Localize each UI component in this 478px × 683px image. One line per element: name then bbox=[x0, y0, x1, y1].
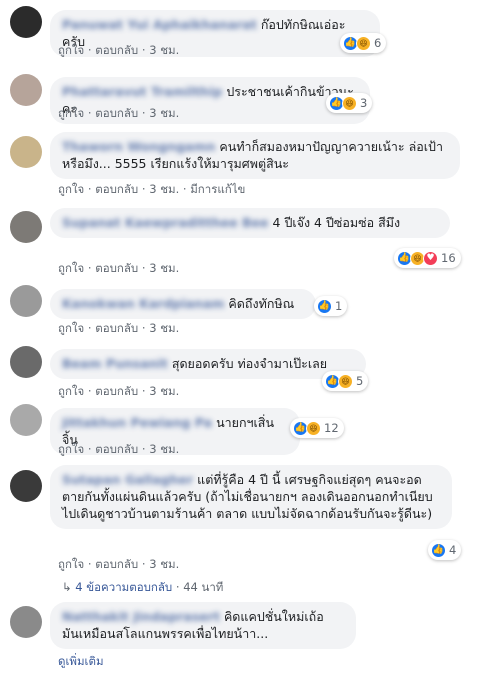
haha-icon: 😆 bbox=[356, 35, 371, 51]
comment-bubble: Beam Punsanit สุดยอดครับ ท่องจำมาเป๊ะเลย bbox=[50, 349, 366, 379]
reaction-summary[interactable]: 👍 1 bbox=[314, 296, 348, 316]
comment-bubble: Natthakit Jindaprasert คิดแคปชั่นใหม่เถ้อ… bbox=[50, 602, 356, 649]
comment-actions: ถูกใจ · ตอบกลับ · 3 ชม. bbox=[58, 442, 180, 456]
haha-icon: 😆 bbox=[342, 95, 357, 111]
avatar[interactable] bbox=[10, 285, 42, 317]
like-link[interactable]: ถูกใจ bbox=[58, 321, 84, 335]
reaction-count: 4 bbox=[449, 543, 457, 557]
commenter-name[interactable]: Supanat Kaewpraditthee Bee bbox=[62, 215, 269, 230]
comment-actions: ถูกใจ · ตอบกลับ · 3 ชม. bbox=[58, 261, 180, 275]
like-icon: 👍 bbox=[431, 542, 446, 558]
reply-link[interactable]: ตอบกลับ bbox=[95, 43, 138, 57]
commenter-name[interactable]: Thaworn Wongngamn bbox=[62, 139, 215, 154]
comment-bubble: Sutapan Gallagher แต่ที่รู้คือ 4 ปี นี้ เ… bbox=[50, 465, 452, 529]
reaction-summary[interactable]: 👍 😆 12 bbox=[290, 418, 344, 438]
comment-actions: ถูกใจ · ตอบกลับ · 3 ชม. bbox=[58, 321, 180, 335]
comment-text: สุดยอดครับ ท่องจำมาเป๊ะเลย bbox=[171, 356, 328, 371]
reaction-count: 5 bbox=[356, 374, 364, 388]
timestamp[interactable]: 3 ชม. bbox=[149, 321, 179, 335]
timestamp[interactable]: 3 ชม. bbox=[149, 261, 179, 275]
edited-label[interactable]: มีการแก้ไข bbox=[190, 182, 245, 196]
reaction-count: 3 bbox=[360, 96, 368, 110]
reaction-count: 12 bbox=[324, 421, 339, 435]
replies-time: 44 นาที bbox=[183, 580, 224, 594]
reaction-count: 6 bbox=[374, 36, 382, 50]
commenter-name[interactable]: Natthakit Jindaprasert bbox=[62, 609, 220, 624]
avatar[interactable] bbox=[10, 74, 42, 106]
avatar[interactable] bbox=[10, 211, 42, 243]
reaction-count: 16 bbox=[441, 251, 456, 265]
avatar[interactable] bbox=[10, 606, 42, 638]
like-link[interactable]: ถูกใจ bbox=[58, 557, 84, 571]
reaction-count: 1 bbox=[335, 299, 343, 313]
avatar[interactable] bbox=[10, 346, 42, 378]
timestamp[interactable]: 3 ชม. bbox=[149, 43, 179, 57]
commenter-name[interactable]: Panuwat Yui Aphaikhanarat bbox=[62, 17, 257, 32]
like-link[interactable]: ถูกใจ bbox=[58, 43, 84, 57]
avatar[interactable] bbox=[10, 470, 42, 502]
reply-link[interactable]: ตอบกลับ bbox=[95, 557, 138, 571]
comment-actions: ถูกใจ · ตอบกลับ · 3 ชม. bbox=[58, 557, 180, 571]
reply-link[interactable]: ตอบกลับ bbox=[95, 261, 138, 275]
reaction-summary[interactable]: 👍 😆 6 bbox=[340, 33, 387, 53]
timestamp[interactable]: 3 ชม. bbox=[149, 384, 179, 398]
comment-text: คิดถึงทักษิณ bbox=[228, 296, 295, 311]
reaction-summary[interactable]: 👍 😆 5 bbox=[322, 371, 369, 391]
haha-icon: 😆 bbox=[306, 420, 321, 436]
avatar[interactable] bbox=[10, 404, 42, 436]
commenter-name[interactable]: Beam Punsanit bbox=[62, 356, 168, 371]
reply-link[interactable]: ตอบกลับ bbox=[95, 384, 138, 398]
avatar[interactable] bbox=[10, 6, 42, 38]
reply-arrow-icon: ↳ bbox=[62, 580, 72, 594]
commenter-name[interactable]: Jittakhun Pewiang Pa bbox=[62, 415, 212, 430]
reply-link[interactable]: ตอบกลับ bbox=[95, 106, 138, 120]
reaction-summary[interactable]: 👍 4 bbox=[428, 540, 462, 560]
replies-count-link[interactable]: 4 ข้อความตอบกลับ bbox=[75, 580, 172, 594]
avatar[interactable] bbox=[10, 136, 42, 168]
love-icon: ♥ bbox=[423, 250, 438, 266]
reaction-summary[interactable]: 👍 😆 3 bbox=[326, 93, 373, 113]
comment-actions: ถูกใจ · ตอบกลับ · 3 ชม. bbox=[58, 43, 180, 57]
like-link[interactable]: ถูกใจ bbox=[58, 182, 84, 196]
commenter-name[interactable]: Sutapan Gallagher bbox=[62, 472, 193, 487]
reply-link[interactable]: ตอบกลับ bbox=[95, 442, 138, 456]
comment-actions: ถูกใจ · ตอบกลับ · 3 ชม. · มีการแก้ไข bbox=[58, 182, 246, 196]
haha-icon: 😆 bbox=[338, 373, 353, 389]
view-replies[interactable]: ↳ 4 ข้อความตอบกลับ · 44 นาที bbox=[62, 579, 223, 597]
reaction-summary[interactable]: 👍 😆 ♥ 16 bbox=[394, 248, 461, 268]
like-link[interactable]: ถูกใจ bbox=[58, 384, 84, 398]
timestamp[interactable]: 3 ชม. bbox=[149, 182, 179, 196]
like-link[interactable]: ถูกใจ bbox=[58, 442, 84, 456]
timestamp[interactable]: 3 ชม. bbox=[149, 557, 179, 571]
comment-bubble: Thaworn Wongngamn คนทำก็สมองหมาปัญญาควายเ… bbox=[50, 132, 460, 179]
timestamp[interactable]: 3 ชม. bbox=[149, 442, 179, 456]
reply-link[interactable]: ตอบกลับ bbox=[95, 321, 138, 335]
timestamp[interactable]: 3 ชม. bbox=[149, 106, 179, 120]
comment-text: 4 ปีเจ๊ง 4 ปีซ่อมซ่อ สีมึง bbox=[272, 215, 401, 230]
reply-link[interactable]: ตอบกลับ bbox=[95, 182, 138, 196]
commenter-name[interactable]: Phattaravut Tramilthip bbox=[62, 84, 222, 99]
commenter-name[interactable]: Kanokwan Kardpianam bbox=[62, 296, 224, 311]
comment-bubble: Supanat Kaewpraditthee Bee 4 ปีเจ๊ง 4 ปีซ… bbox=[50, 208, 450, 238]
like-link[interactable]: ถูกใจ bbox=[58, 106, 84, 120]
comment-actions: ถูกใจ · ตอบกลับ · 3 ชม. bbox=[58, 384, 180, 398]
like-icon: 👍 bbox=[317, 298, 332, 314]
like-link[interactable]: ถูกใจ bbox=[58, 261, 84, 275]
comment-actions: ถูกใจ · ตอบกลับ · 3 ชม. bbox=[58, 106, 180, 120]
comment-bubble: Kanokwan Kardpianam คิดถึงทักษิณ bbox=[50, 289, 316, 319]
see-more-link[interactable]: ดูเพิ่มเติม bbox=[58, 653, 104, 671]
